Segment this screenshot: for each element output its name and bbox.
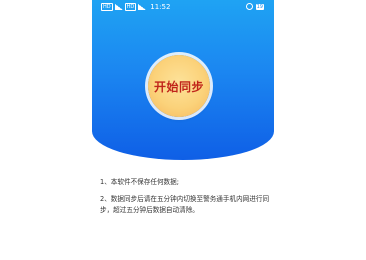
start-sync-label: 开始同步 bbox=[153, 79, 204, 94]
status-right: 19 bbox=[245, 3, 264, 10]
start-sync-button[interactable]: 开始同步 bbox=[148, 55, 210, 117]
alarm-icon bbox=[245, 3, 253, 10]
phone-screen: HD HD 11:52 19 开始同步 1、本软件不保存任何数据; 2、数据同步… bbox=[92, 0, 274, 260]
hero-banner: HD HD 11:52 19 开始同步 bbox=[92, 0, 274, 160]
note-item-2: 2、数据同步后请在五分钟内切换至警务通手机内网进行同步，超过五分钟后数据自动清除… bbox=[100, 195, 270, 214]
signal-icon-2 bbox=[138, 4, 147, 10]
status-left: HD HD 11:52 bbox=[101, 3, 170, 11]
notes-section: 1、本软件不保存任何数据; 2、数据同步后请在五分钟内切换至警务通手机内网进行同… bbox=[100, 177, 270, 216]
hd-badge-1: HD bbox=[101, 3, 113, 11]
signal-icon-1 bbox=[114, 4, 123, 10]
status-bar: HD HD 11:52 19 bbox=[92, 0, 274, 14]
status-time: 11:52 bbox=[150, 2, 171, 11]
hd-badge-2: HD bbox=[124, 3, 137, 11]
battery-indicator: 19 bbox=[255, 3, 264, 10]
note-item-1: 1、本软件不保存任何数据; bbox=[100, 178, 179, 186]
